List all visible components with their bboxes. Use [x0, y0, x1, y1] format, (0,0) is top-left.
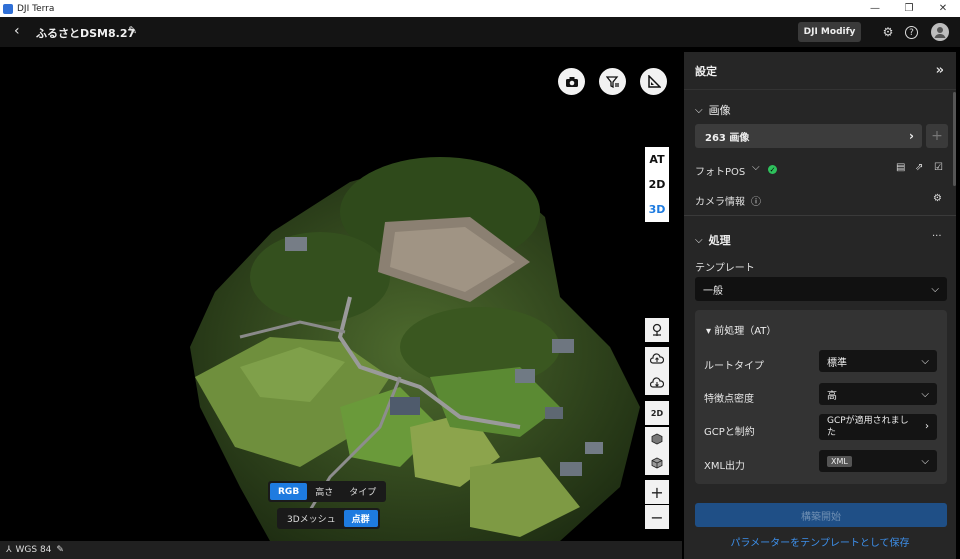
settings-panel: 設定 » ⌵ 画像 263 画像 › + フォトPOS ⌵ ✓ ▤ ⇗ ☑ カメ…: [684, 52, 956, 559]
tree-layer-icon[interactable]: [645, 318, 669, 342]
3d-viewport[interactable]: AT 2D 3D 2D + − RGB 高さ タイプ 3Dメッシュ 点群: [0, 47, 682, 541]
user-avatar[interactable]: [931, 23, 949, 41]
settings-gear-icon[interactable]: ⚙: [880, 24, 896, 40]
template-label: テンプレート: [695, 263, 755, 274]
image-count-row[interactable]: 263 画像 ›: [695, 124, 922, 148]
template-select[interactable]: 一般 ⌵: [695, 277, 947, 301]
chevron-down-icon: ⌵: [695, 234, 703, 246]
document-icon[interactable]: ▤: [896, 162, 905, 173]
maximize-button[interactable]: ❐: [892, 0, 926, 17]
more-options-icon[interactable]: ···: [932, 231, 942, 242]
xml-output-select[interactable]: XML ⌵: [819, 450, 937, 472]
images-section-header[interactable]: ⌵ 画像: [695, 102, 731, 118]
minimize-button[interactable]: —: [858, 0, 892, 17]
axis-icon: ⅄: [6, 545, 12, 555]
view-mode-toggle: AT 2D 3D: [645, 147, 669, 222]
gcp-value: GCPが適用されました: [827, 416, 909, 438]
chevron-down-icon: ⌵: [921, 388, 929, 400]
preprocess-box: ▾ 前処理（AT） ルートタイプ 標準 ⌵ 特徴点密度 高 ⌵ GCPと制約 G…: [695, 310, 947, 484]
cloud-upload-icon[interactable]: [645, 347, 669, 371]
edit-title-icon[interactable]: ✎: [128, 24, 137, 37]
info-icon[interactable]: ⓘ: [751, 193, 761, 208]
images-section-title: 画像: [708, 104, 731, 117]
export-icon[interactable]: ⇗: [915, 162, 923, 173]
app-logo-icon: [3, 3, 13, 14]
camera-info-label: カメラ情報: [695, 197, 745, 208]
zoom-in-button[interactable]: +: [645, 480, 669, 504]
coordinate-status-bar: ⅄ WGS 84 ✎: [0, 541, 682, 559]
model-type-mesh[interactable]: 3Dメッシュ: [279, 510, 344, 527]
photo-pos-label[interactable]: フォトPOS: [695, 163, 745, 178]
xml-value: XML: [827, 455, 852, 467]
preprocess-title[interactable]: ▾ 前処理（AT）: [706, 322, 776, 337]
template-value: 一般: [703, 285, 723, 297]
window-title: DJI Terra: [17, 3, 55, 14]
panel-scrollbar[interactable]: [953, 92, 956, 186]
chevron-down-icon: ⌵: [921, 455, 929, 467]
xml-output-label: XML出力: [704, 461, 746, 472]
model-type-switch: 3Dメッシュ 点群: [277, 508, 380, 529]
route-type-label: ルートタイプ: [704, 361, 764, 372]
os-title-bar: DJI Terra — ❐ ✕: [0, 0, 960, 17]
processing-section-header[interactable]: ⌵ 処理: [695, 232, 731, 248]
image-count-label: 263 画像: [705, 132, 750, 144]
chevron-down-icon: ⌵: [931, 283, 939, 295]
color-mode-rgb[interactable]: RGB: [270, 483, 308, 500]
preprocess-title-text: 前処理（AT）: [714, 326, 777, 337]
measure-icon[interactable]: [640, 68, 667, 95]
checklist-icon[interactable]: ☑: [934, 162, 943, 173]
model-type-pointcloud[interactable]: 点群: [343, 510, 378, 527]
point-cloud-view[interactable]: [0, 47, 682, 541]
cloud-download-icon[interactable]: [645, 371, 669, 395]
collapse-panel-icon[interactable]: »: [936, 63, 944, 78]
help-icon[interactable]: ?: [905, 26, 918, 39]
photo-pos-dropdown-icon[interactable]: ⌵: [752, 162, 760, 173]
add-images-button[interactable]: +: [926, 124, 948, 148]
save-template-link[interactable]: パラメーターをテンプレートとして保存: [684, 534, 956, 549]
gcp-label: GCPと制約: [704, 427, 755, 438]
zoom-out-button[interactable]: −: [645, 505, 669, 529]
cube-icon[interactable]: [645, 427, 669, 451]
gcp-select[interactable]: GCPが適用されました ›: [819, 414, 937, 440]
dji-modify-button[interactable]: DJI Modify: [798, 22, 861, 42]
feature-density-label: 特徴点密度: [704, 394, 754, 405]
back-icon[interactable]: ‹: [14, 23, 20, 39]
status-ok-icon: ✓: [768, 165, 777, 174]
chevron-right-icon: ›: [925, 421, 929, 432]
color-mode-type[interactable]: タイプ: [341, 483, 384, 500]
route-type-value: 標準: [827, 357, 847, 369]
camera-icon[interactable]: [558, 68, 585, 95]
filter-icon[interactable]: [599, 68, 626, 95]
panel-header: 設定 »: [684, 52, 956, 90]
route-type-select[interactable]: 標準 ⌵: [819, 350, 937, 372]
view-2d-button[interactable]: 2D: [645, 172, 669, 197]
chevron-down-icon: ⌵: [695, 104, 703, 116]
start-build-button[interactable]: 構築開始: [695, 503, 947, 527]
edit-crs-icon[interactable]: ✎: [56, 545, 64, 555]
tool-2d-button[interactable]: 2D: [645, 401, 669, 425]
feature-density-value: 高: [827, 390, 837, 402]
panel-title: 設定: [695, 64, 717, 78]
camera-settings-gear-icon[interactable]: ⚙: [933, 193, 942, 204]
feature-density-select[interactable]: 高 ⌵: [819, 383, 937, 405]
color-mode-switch: RGB 高さ タイプ: [268, 481, 387, 502]
color-mode-height[interactable]: 高さ: [307, 483, 341, 500]
view-at-button[interactable]: AT: [645, 147, 669, 172]
cube-outline-icon[interactable]: [645, 451, 669, 475]
processing-section-title: 処理: [708, 234, 731, 247]
view-3d-button[interactable]: 3D: [645, 197, 669, 222]
chevron-right-icon: ›: [909, 129, 914, 143]
crs-label: WGS 84: [15, 545, 52, 555]
section-divider: [684, 215, 956, 216]
app-header: ‹ ふるさとDSM8.27 ✎ DJI Modify ⚙ ?: [0, 17, 960, 47]
project-title: ふるさとDSM8.27: [36, 27, 136, 40]
chevron-down-icon: ⌵: [921, 355, 929, 367]
close-window-button[interactable]: ✕: [926, 0, 960, 17]
